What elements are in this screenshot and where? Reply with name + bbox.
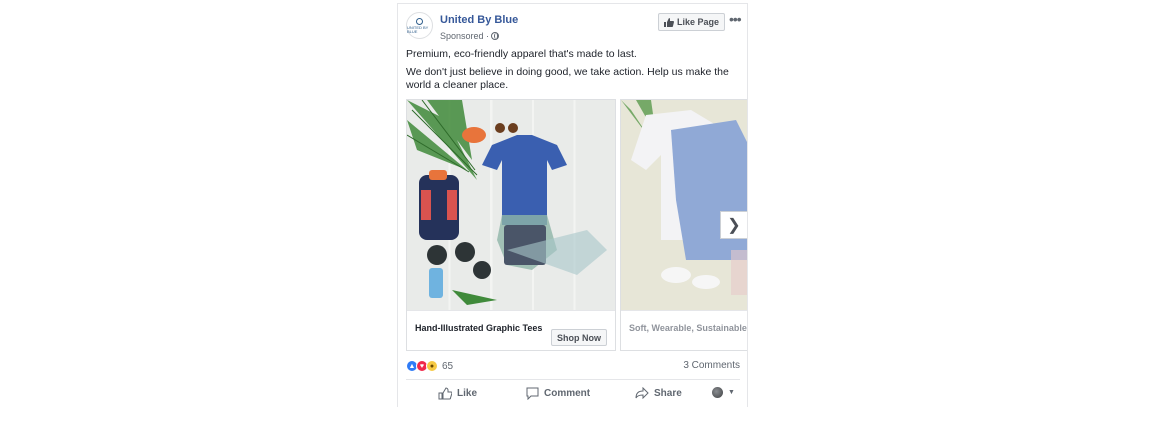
engagement-stats: ▲ ♥ ● 65 3 Comments — [406, 360, 740, 374]
post-text-line1: Premium, eco-friendly apparel that's mad… — [406, 48, 637, 60]
globe-icon — [491, 32, 500, 40]
comments-count-link[interactable]: 3 Comments — [683, 360, 740, 371]
like-page-label: Like Page — [676, 17, 720, 27]
sponsored-label: Sponsored · — [440, 31, 500, 41]
more-options-icon[interactable]: ••• — [729, 11, 742, 27]
thumbs-up-icon — [438, 387, 452, 400]
share-label: Share — [654, 387, 682, 399]
post-text-line2: We don't just believe in doing good, we … — [406, 66, 729, 91]
card-title: Hand-Illustrated Graphic Tees — [415, 323, 543, 333]
post-actions: Like Comment Share ▼ — [398, 384, 747, 407]
chevron-down-icon: ▼ — [728, 389, 735, 396]
avatar-logo-text: UNITED BY BLUE — [407, 24, 429, 34]
carousel-card-1[interactable]: Hand-Illustrated Graphic Tees Shop Now — [406, 99, 616, 351]
card-caption: Soft, Wearable, Sustainable — [621, 310, 747, 350]
thumbs-up-icon — [663, 17, 674, 27]
persona-selector[interactable]: ▼ — [712, 387, 735, 398]
page-avatar[interactable]: UNITED BY BLUE — [406, 12, 433, 39]
chevron-right-icon: ❯ — [727, 217, 741, 234]
divider — [406, 379, 740, 380]
page-name-link[interactable]: United By Blue — [440, 14, 518, 26]
sponsored-post: UNITED BY BLUE United By Blue Sponsored … — [397, 3, 748, 407]
profile-avatar-icon — [712, 387, 723, 398]
reactions-summary[interactable]: ▲ ♥ ● 65 — [406, 360, 453, 372]
comment-label: Comment — [544, 388, 591, 399]
logo-icon — [416, 17, 423, 25]
comment-icon — [526, 387, 539, 400]
share-icon — [635, 387, 649, 399]
sponsored-text: Sponsored · — [440, 31, 490, 41]
like-button[interactable]: Like — [438, 387, 477, 400]
like-page-button[interactable]: Like Page — [658, 13, 725, 31]
product-photo-sustainable — [621, 100, 747, 310]
card-caption: Hand-Illustrated Graphic Tees Shop Now — [407, 310, 615, 350]
wow-reaction-icon: ● — [426, 360, 438, 372]
post-header: UNITED BY BLUE United By Blue Sponsored … — [406, 11, 742, 46]
reaction-count: 65 — [442, 360, 454, 372]
card-title: Soft, Wearable, Sustainable — [629, 323, 747, 333]
like-label: Like — [457, 388, 478, 399]
ad-carousel: Hand-Illustrated Graphic Tees Shop Now S… — [406, 99, 747, 351]
shop-now-button[interactable]: Shop Now — [551, 329, 607, 346]
comment-button[interactable]: Comment — [526, 387, 590, 400]
carousel-next-button[interactable]: ❯ — [720, 211, 747, 239]
share-button[interactable]: Share — [635, 387, 682, 399]
product-photo-graphic-tees — [407, 100, 615, 310]
